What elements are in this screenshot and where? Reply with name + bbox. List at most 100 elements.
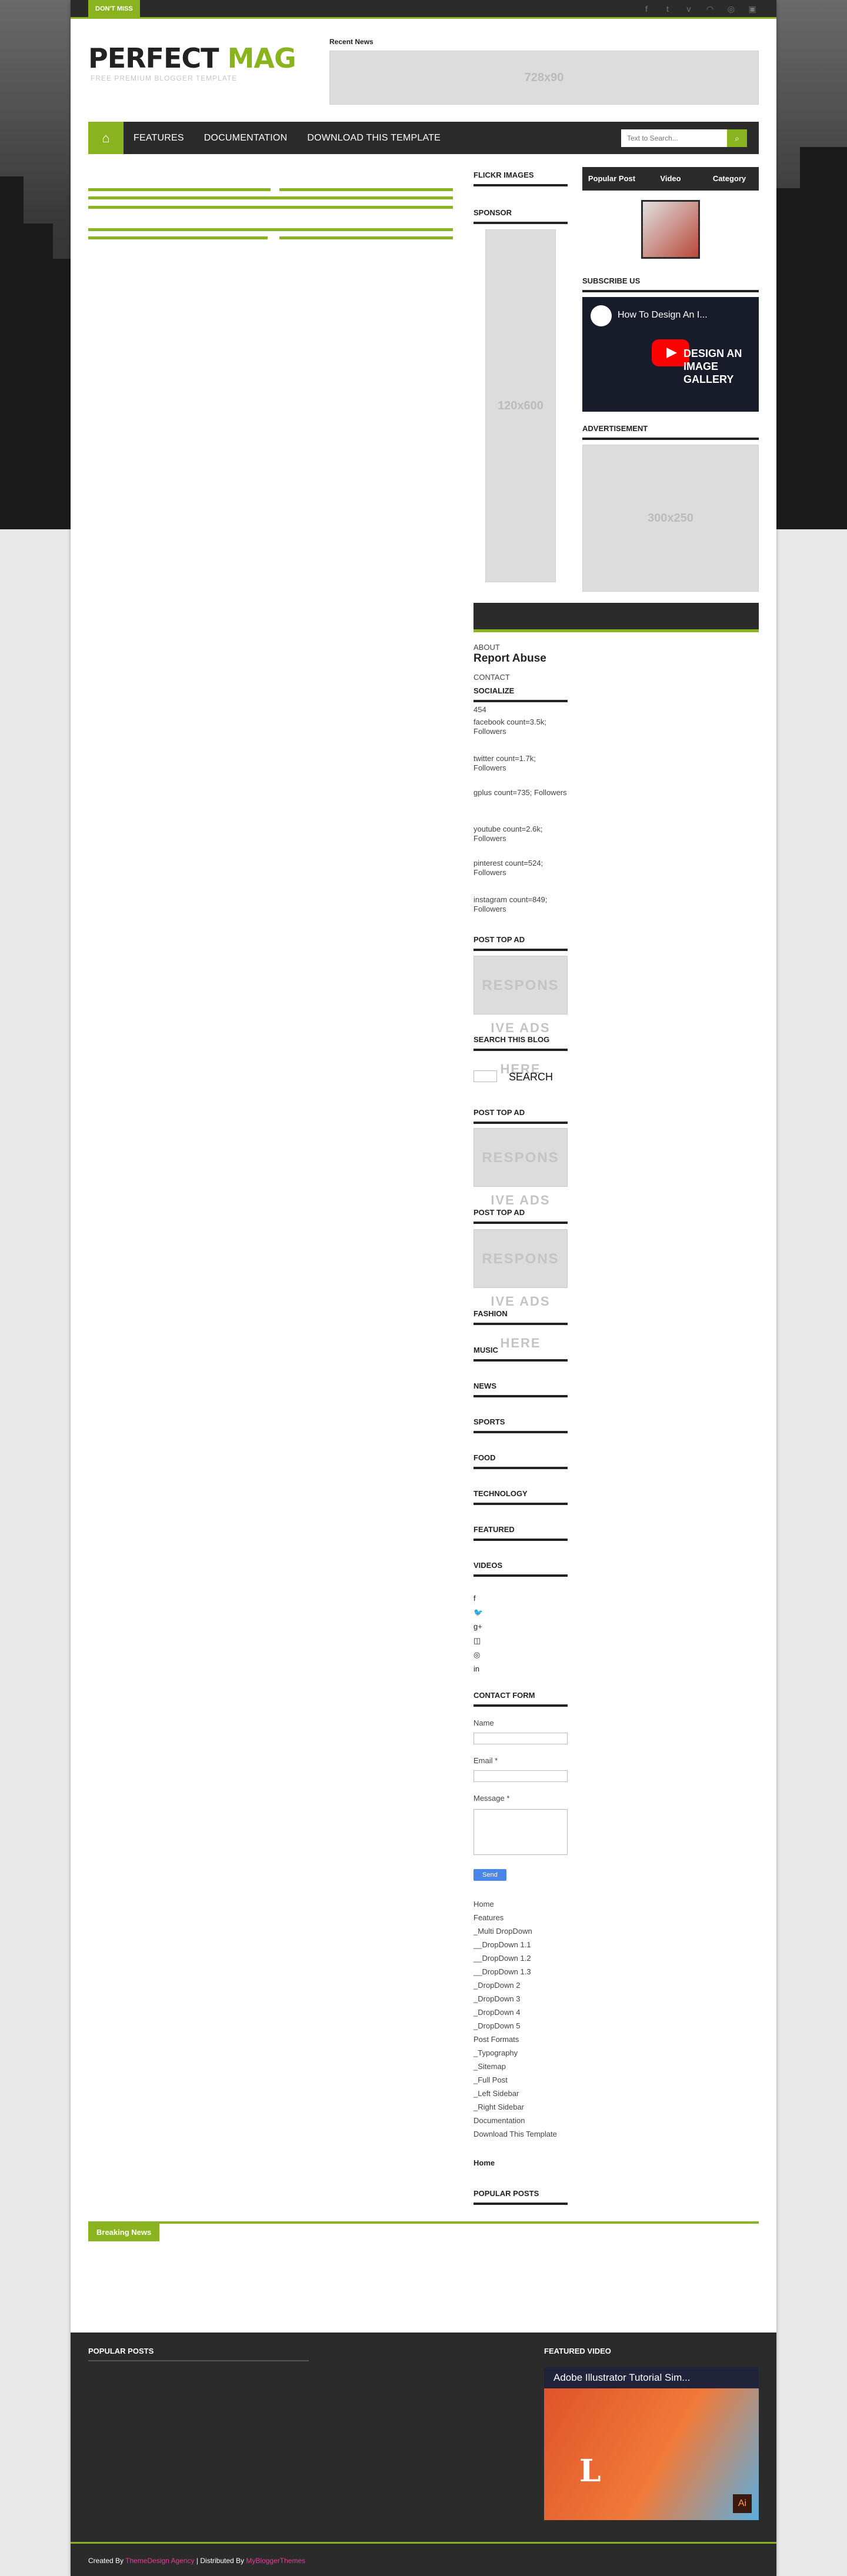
category-featured[interactable]: FEATURED bbox=[473, 1525, 568, 1541]
post-divider bbox=[88, 196, 453, 199]
page-wrapper: DON'T MISS f t v ◠ ◎ ▣ PERFECT MAG FREE … bbox=[71, 0, 776, 2576]
facebook-icon[interactable]: f bbox=[473, 1594, 483, 1608]
dribbble-icon[interactable]: ◎ bbox=[725, 4, 738, 14]
rss-icon[interactable]: ◠ bbox=[703, 4, 716, 14]
email-field[interactable] bbox=[473, 1770, 568, 1782]
name-label: Name bbox=[473, 1719, 494, 1727]
menu-item-dropdown-5[interactable]: _DropDown 5 bbox=[473, 2019, 557, 2033]
nav-features[interactable]: FEATURES bbox=[124, 133, 194, 144]
menu-item-multi-dropdown[interactable]: _Multi DropDown bbox=[473, 1924, 557, 1938]
featured-video-title[interactable]: Adobe Illustrator Tutorial Sim... bbox=[553, 2372, 690, 2384]
category-music[interactable]: MUSIC bbox=[473, 1346, 568, 1362]
post-divider bbox=[88, 188, 271, 191]
menu-item-documentation[interactable]: Documentation bbox=[473, 2114, 557, 2127]
advertisement-title: ADVERTISEMENT bbox=[582, 424, 759, 440]
recent-news-label: Recent News bbox=[329, 38, 374, 46]
nav-download-template[interactable]: DOWNLOAD THIS TEMPLATE bbox=[297, 133, 451, 144]
menu-item-sitemap[interactable]: _Sitemap bbox=[473, 2060, 557, 2073]
vimeo-icon[interactable]: v bbox=[682, 4, 695, 14]
linkedin-icon[interactable]: in bbox=[473, 1664, 483, 1679]
youtube-count[interactable]: youtube count=2.6k; Followers bbox=[473, 825, 568, 843]
popular-post-thumbnail[interactable] bbox=[641, 200, 700, 259]
instagram-count[interactable]: instagram count=849; Followers bbox=[473, 895, 568, 914]
google-plus-icon[interactable]: g+ bbox=[473, 1622, 483, 1636]
search-button[interactable]: SEARCH bbox=[509, 1072, 553, 1082]
instagram-icon[interactable]: ◫ bbox=[473, 1636, 483, 1650]
sponsor-ad-120x600[interactable]: 120x600 bbox=[485, 229, 556, 582]
video-logo-icon: L bbox=[579, 2453, 601, 2489]
email-label: Email * bbox=[473, 1756, 498, 1765]
menu-item-post-formats[interactable]: Post Formats bbox=[473, 2033, 557, 2046]
ad-300x250[interactable]: 300x250 bbox=[582, 445, 759, 592]
category-food[interactable]: FOOD bbox=[473, 1453, 568, 1469]
post-divider bbox=[88, 206, 453, 209]
responsive-ad-text: HERE bbox=[500, 1062, 541, 1076]
header-ad-728x90[interactable]: 728x90 bbox=[329, 51, 759, 105]
home-icon[interactable]: ⌂ bbox=[88, 122, 124, 154]
category-sports[interactable]: SPORTS bbox=[473, 1417, 568, 1433]
blog-search-input[interactable] bbox=[473, 1070, 497, 1082]
main-nav: ⌂ FEATURES DOCUMENTATION DOWNLOAD THIS T… bbox=[88, 122, 759, 154]
menu-item-right-sidebar[interactable]: _Right Sidebar bbox=[473, 2100, 557, 2114]
responsive-ad-text: RESPONS bbox=[482, 1251, 559, 1267]
linkedin-icon[interactable]: ▣ bbox=[746, 4, 759, 14]
menu-item-download-template[interactable]: Download This Template bbox=[473, 2127, 557, 2141]
menu-item-home[interactable]: Home bbox=[473, 1897, 557, 1911]
category-news[interactable]: NEWS bbox=[473, 1382, 568, 1397]
category-technology[interactable]: TECHNOLOGY bbox=[473, 1489, 568, 1505]
menu-item-dropdown-4[interactable]: _DropDown 4 bbox=[473, 2006, 557, 2019]
menu-item-dropdown-1-3[interactable]: __DropDown 1.3 bbox=[473, 1965, 557, 1978]
responsive-ad-text: RESPONS bbox=[482, 977, 559, 993]
send-button[interactable]: Send bbox=[473, 1869, 506, 1881]
category-fashion[interactable]: FASHION bbox=[473, 1309, 568, 1325]
menu-item-left-sidebar[interactable]: _Left Sidebar bbox=[473, 2087, 557, 2100]
search-icon[interactable]: ⌕ bbox=[727, 129, 747, 147]
video-thumbnail[interactable]: L Ai bbox=[544, 2388, 759, 2520]
twitter-icon[interactable]: 🐦 bbox=[473, 1608, 483, 1622]
home-link[interactable]: Home bbox=[473, 2158, 495, 2168]
menu-item-dropdown-3[interactable]: _DropDown 3 bbox=[473, 1992, 557, 2006]
facebook-icon[interactable]: f bbox=[640, 4, 653, 14]
menu-item-typography[interactable]: _Typography bbox=[473, 2046, 557, 2060]
youtube-video-embed[interactable]: How To Design An I... DESIGN AN IMAGE GA… bbox=[582, 297, 759, 412]
contact-form-title: CONTACT FORM bbox=[473, 1691, 568, 1707]
facebook-count[interactable]: facebook count=3.5k; Followers bbox=[473, 718, 568, 736]
featured-video-embed[interactable]: Adobe Illustrator Tutorial Sim... L Ai bbox=[544, 2367, 759, 2520]
tab-video[interactable]: Video bbox=[641, 167, 700, 191]
site-logo[interactable]: PERFECT MAG bbox=[88, 42, 296, 74]
post-top-ad-title: POST TOP AD bbox=[473, 1208, 568, 1224]
post-divider bbox=[279, 188, 453, 191]
name-field[interactable] bbox=[473, 1733, 568, 1744]
distributor-link[interactable]: MyBloggerThemes bbox=[246, 2557, 305, 2565]
creator-link[interactable]: ThemeDesign Agency bbox=[125, 2557, 194, 2565]
post-divider bbox=[88, 236, 268, 239]
twitter-icon[interactable]: t bbox=[661, 4, 674, 14]
menu-item-dropdown-1-1[interactable]: __DropDown 1.1 bbox=[473, 1938, 557, 1951]
dribbble-icon[interactable]: ◎ bbox=[473, 1650, 483, 1664]
search-input[interactable] bbox=[621, 129, 727, 147]
pinterest-count[interactable]: pinterest count=524; Followers bbox=[473, 859, 568, 877]
menu-item-dropdown-1-2[interactable]: __DropDown 1.2 bbox=[473, 1951, 557, 1965]
menu-item-full-post[interactable]: _Full Post bbox=[473, 2073, 557, 2087]
link-list-menu: Home Features _Multi DropDown __DropDown… bbox=[473, 1897, 557, 2141]
category-videos[interactable]: VIDEOS bbox=[473, 1561, 568, 1577]
search-blog-title: SEARCH THIS BLOG bbox=[473, 1035, 568, 1051]
contact-link[interactable]: CONTACT bbox=[473, 673, 510, 682]
responsive-ad-text: RESPONS bbox=[482, 1150, 559, 1166]
message-field[interactable] bbox=[473, 1809, 568, 1855]
breaking-news-label: Breaking News bbox=[88, 2224, 160, 2241]
report-abuse-link[interactable]: Report Abuse bbox=[473, 652, 546, 665]
about-link[interactable]: ABOUT bbox=[473, 643, 500, 652]
dont-miss-label[interactable]: DON'T MISS bbox=[88, 0, 140, 18]
gplus-count[interactable]: gplus count=735; Followers bbox=[473, 788, 568, 798]
tab-category[interactable]: Category bbox=[700, 167, 759, 191]
menu-item-dropdown-2[interactable]: _DropDown 2 bbox=[473, 1978, 557, 1992]
copyright-text: Created By ThemeDesign Agency | Distribu… bbox=[88, 2557, 306, 2565]
video-title[interactable]: How To Design An I... bbox=[618, 310, 708, 321]
tab-popular-post[interactable]: Popular Post bbox=[582, 167, 641, 191]
nav-documentation[interactable]: DOCUMENTATION bbox=[194, 133, 298, 144]
twitter-count[interactable]: twitter count=1.7k; Followers bbox=[473, 754, 568, 773]
copyright-bar: Created By ThemeDesign Agency | Distribu… bbox=[71, 2542, 776, 2576]
channel-avatar bbox=[591, 305, 612, 326]
menu-item-features[interactable]: Features bbox=[473, 1911, 557, 1924]
